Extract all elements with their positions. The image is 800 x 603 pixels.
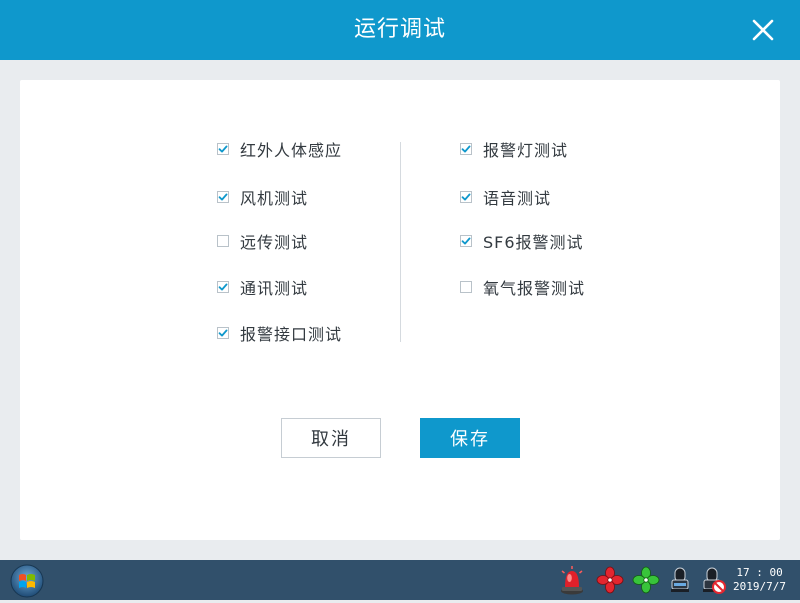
window-title: 运行调试 [353,17,446,42]
cancel-button[interactable]: 取消 [281,418,381,458]
option-label: 远传测试 [240,233,309,252]
option-voice-test[interactable]: 语音测试 [460,186,551,208]
option-remote-test[interactable]: 远传测试 [217,230,308,252]
option-infrared-sensor[interactable]: 红外人体感应 [217,138,342,160]
checkmark-icon [218,193,228,201]
checkbox[interactable] [460,281,472,293]
option-label: 报警接口测试 [240,325,343,344]
option-label: 报警灯测试 [483,141,569,160]
sensor-icon[interactable] [666,565,694,595]
option-fan-test[interactable]: 风机测试 [217,186,308,208]
option-label: 氧气报警测试 [483,279,586,298]
option-label: 通讯测试 [240,279,309,298]
column-divider [400,142,401,342]
option-label: 风机测试 [240,189,309,208]
start-button-icon[interactable] [9,563,45,599]
checkbox[interactable] [460,191,472,203]
alarm-light-icon[interactable] [558,565,586,595]
checkmark-icon [218,329,228,337]
option-label: SF6报警测试 [483,233,584,252]
option-alarm-interface-test[interactable]: 报警接口测试 [217,322,342,344]
option-alarm-light-test[interactable]: 报警灯测试 [460,138,568,160]
option-label: 语音测试 [483,189,552,208]
clock-time: 17 : 00 [736,566,783,579]
sensor-disabled-icon[interactable] [700,565,728,595]
taskbar: 17 : 00 2019/7/7 [0,560,800,600]
title-bar: 运行调试 [0,0,800,60]
option-oxygen-alarm-test[interactable]: 氧气报警测试 [460,276,585,298]
checkbox[interactable] [217,235,229,247]
settings-panel: 红外人体感应 风机测试 远传测试 通讯测试 报警接口测试 报警灯测试 语音测试 [20,80,780,540]
save-button[interactable]: 保存 [420,418,520,458]
system-clock[interactable]: 17 : 00 2019/7/7 [733,566,786,594]
checkmark-icon [218,283,228,291]
checkbox[interactable] [217,281,229,293]
option-sf6-alarm-test[interactable]: SF6报警测试 [460,230,584,252]
checkbox[interactable] [460,143,472,155]
checkbox[interactable] [217,143,229,155]
checkmark-icon [461,145,471,153]
option-label: 红外人体感应 [240,141,343,160]
checkbox[interactable] [460,235,472,247]
checkmark-icon [461,193,471,201]
checkbox[interactable] [217,191,229,203]
checkbox[interactable] [217,327,229,339]
clock-date: 2019/7/7 [733,580,786,593]
checkmark-icon [461,237,471,245]
checkmark-icon [218,145,228,153]
option-communication-test[interactable]: 通讯测试 [217,276,308,298]
fan-green-icon[interactable] [632,565,660,595]
close-icon[interactable] [752,19,774,41]
fan-red-icon[interactable] [596,565,624,595]
